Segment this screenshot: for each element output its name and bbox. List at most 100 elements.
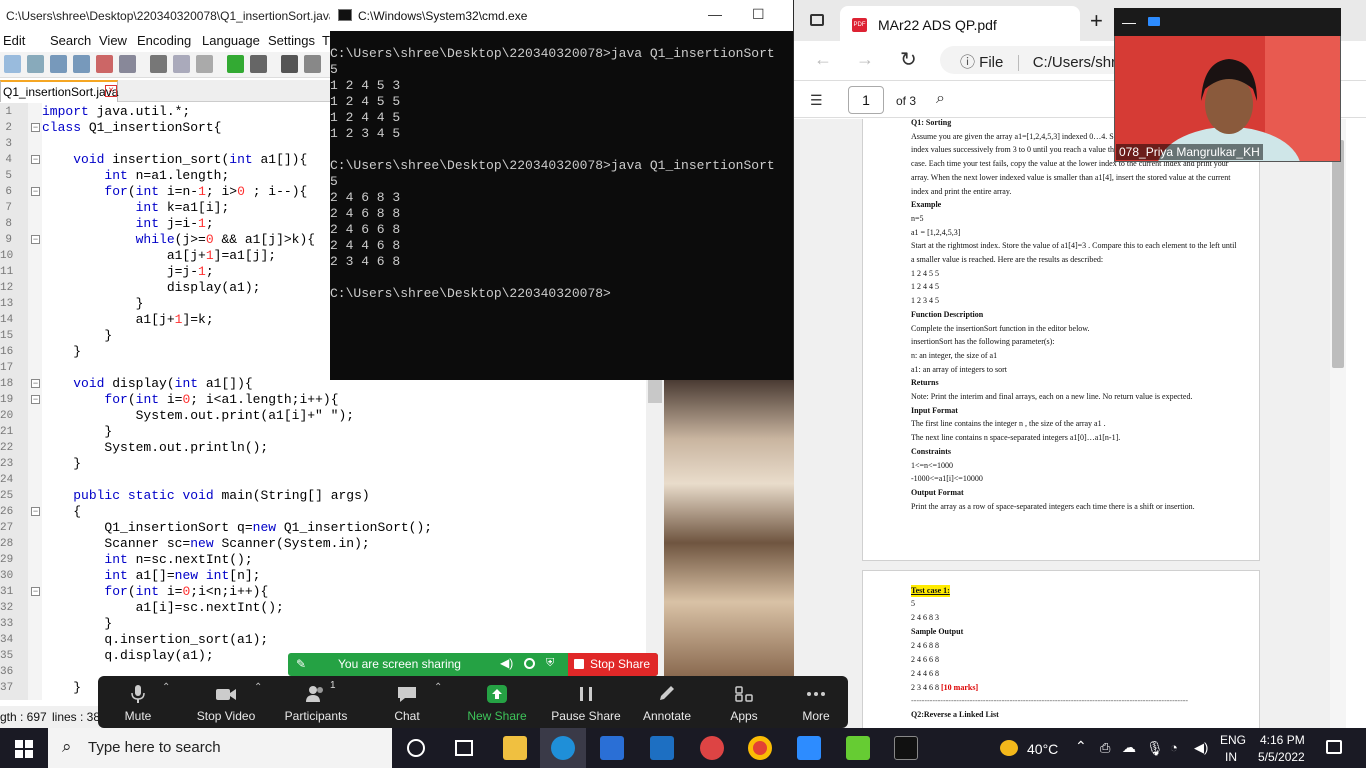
refresh-icon[interactable]: ↻ bbox=[900, 47, 917, 72]
tab-q1-insertionsort[interactable]: Q1_insertionSort.java × bbox=[0, 80, 118, 102]
video-layout-icon[interactable] bbox=[1148, 17, 1160, 26]
close-file-icon[interactable] bbox=[96, 55, 113, 73]
pdf-viewer[interactable]: Q1: Sorting Assume you are given the arra… bbox=[794, 119, 1330, 728]
line-number: 2 bbox=[5, 122, 12, 134]
drag-handle-icon[interactable]: ✎ bbox=[296, 657, 306, 671]
copy-icon[interactable] bbox=[173, 55, 190, 73]
maximize-icon[interactable]: ☐ bbox=[752, 6, 765, 23]
video-options-icon[interactable]: ⌃ bbox=[254, 682, 262, 693]
open-file-icon[interactable] bbox=[27, 55, 44, 73]
save-icon[interactable] bbox=[50, 55, 67, 73]
fold-toggle-icon[interactable]: − bbox=[31, 587, 40, 596]
pause-share-button[interactable]: Pause Share bbox=[548, 676, 624, 728]
close-tab-icon[interactable]: × bbox=[105, 85, 117, 97]
menu-tools[interactable]: T bbox=[322, 33, 330, 48]
participants-button[interactable]: 1 Participants bbox=[278, 676, 354, 728]
menu-view[interactable]: View bbox=[99, 33, 127, 48]
annotate-button[interactable]: Annotate bbox=[634, 676, 700, 728]
weather-icon[interactable] bbox=[1000, 740, 1018, 756]
cloud-icon[interactable]: ☁ bbox=[1122, 739, 1136, 756]
participant-name: 078_Priya Mangrulkar_KH bbox=[1116, 144, 1263, 160]
new-tab-icon[interactable]: + bbox=[1090, 8, 1103, 34]
file-explorer-icon[interactable] bbox=[503, 736, 527, 760]
pdf-text-line: array. When the next lower indexed value… bbox=[911, 172, 1231, 182]
fold-toggle-icon[interactable]: − bbox=[31, 507, 40, 516]
pdf-heading: Returns bbox=[911, 378, 939, 388]
network-device-icon[interactable]: ⎙ bbox=[1100, 740, 1110, 756]
cortana-icon[interactable] bbox=[407, 739, 425, 757]
notepad-plus-plus-icon[interactable] bbox=[846, 736, 870, 760]
stop-share-button[interactable]: Stop Share bbox=[568, 653, 658, 676]
cmd-taskbar-icon[interactable] bbox=[894, 736, 918, 760]
more-button[interactable]: More bbox=[788, 676, 844, 728]
menu-settings[interactable]: Settings bbox=[268, 33, 315, 48]
minimize-icon[interactable]: — bbox=[708, 6, 722, 22]
search-icon[interactable]: ⌕ bbox=[936, 90, 945, 108]
cmd-line: 2 3 4 6 8 bbox=[330, 254, 401, 269]
pdf-text-line: Print the array as a row of space-separa… bbox=[911, 501, 1195, 511]
page-number-input[interactable]: 1 bbox=[848, 86, 884, 114]
snip-icon[interactable] bbox=[700, 736, 724, 760]
code-line: int n=a1.length; bbox=[104, 168, 230, 183]
replace-icon[interactable] bbox=[304, 55, 321, 73]
edge-icon[interactable] bbox=[551, 736, 575, 760]
undo-icon[interactable] bbox=[227, 55, 244, 73]
menu-encoding[interactable]: Encoding bbox=[137, 33, 191, 48]
zoom-icon[interactable] bbox=[797, 736, 821, 760]
mail-icon[interactable] bbox=[650, 736, 674, 760]
fold-toggle-icon[interactable]: − bbox=[31, 187, 40, 196]
line-number: 26 bbox=[0, 506, 14, 518]
pdf-scroll-thumb[interactable] bbox=[1332, 140, 1344, 368]
language-line1[interactable]: ENG bbox=[1220, 733, 1246, 747]
contents-icon[interactable]: ☰ bbox=[810, 92, 823, 109]
tab-pdf[interactable]: MAr22 ADS QP.pdf bbox=[840, 6, 1080, 41]
chat-button[interactable]: Chat bbox=[374, 676, 440, 728]
stop-video-button[interactable]: Stop Video bbox=[190, 676, 262, 728]
menu-search[interactable]: Search bbox=[50, 33, 91, 48]
sample-output-heading: Sample Output bbox=[911, 627, 964, 636]
clock-date[interactable]: 5/5/2022 bbox=[1258, 750, 1305, 764]
redo-icon[interactable] bbox=[250, 55, 267, 73]
line-number: 20 bbox=[0, 410, 14, 422]
forward-icon[interactable]: → bbox=[856, 49, 874, 70]
show-hidden-icons-icon[interactable]: ⌃ bbox=[1075, 738, 1087, 755]
new-file-icon[interactable] bbox=[4, 55, 21, 73]
tab-actions-icon[interactable] bbox=[810, 14, 824, 26]
windows-start-icon[interactable] bbox=[15, 740, 33, 758]
info-icon[interactable]: ⓘ bbox=[960, 54, 979, 71]
cut-icon[interactable] bbox=[150, 55, 167, 73]
save-all-icon[interactable] bbox=[73, 55, 90, 73]
new-share-button[interactable]: New Share bbox=[460, 676, 534, 728]
fold-toggle-icon[interactable]: − bbox=[31, 379, 40, 388]
wifi-icon[interactable]: ◔ bbox=[1170, 740, 1178, 755]
pdf-text-line: insertionSort has the following paramete… bbox=[911, 337, 1055, 347]
menu-edit[interactable]: Edit bbox=[3, 33, 25, 48]
paste-icon[interactable] bbox=[196, 55, 213, 73]
microphone-tray-icon[interactable]: 🎙 bbox=[1146, 740, 1164, 757]
store-icon[interactable] bbox=[600, 736, 624, 760]
chat-options-icon[interactable]: ⌃ bbox=[434, 682, 442, 693]
fold-toggle-icon[interactable]: − bbox=[31, 395, 40, 404]
weather-temp[interactable]: 40°C bbox=[1027, 741, 1058, 757]
status-lines: lines : 38 bbox=[52, 710, 101, 724]
notifications-icon[interactable] bbox=[1326, 740, 1342, 754]
find-icon[interactable] bbox=[281, 55, 298, 73]
clock-time[interactable]: 4:16 PM bbox=[1260, 733, 1305, 747]
line-number: 25 bbox=[0, 490, 14, 502]
print-icon[interactable] bbox=[119, 55, 136, 73]
fold-toggle-icon[interactable]: − bbox=[31, 155, 40, 164]
chrome-icon[interactable] bbox=[748, 736, 772, 760]
language-line2[interactable]: IN bbox=[1225, 750, 1237, 764]
volume-icon[interactable]: ◀) bbox=[1194, 740, 1208, 756]
task-view-icon[interactable] bbox=[455, 740, 473, 756]
taskbar-search-input[interactable]: ⌕ Type here to search bbox=[48, 728, 392, 768]
apps-button[interactable]: Apps bbox=[716, 676, 772, 728]
mute-options-icon[interactable]: ⌃ bbox=[162, 682, 170, 693]
fold-toggle-icon[interactable]: − bbox=[31, 123, 40, 132]
minimize-video-icon[interactable]: — bbox=[1122, 14, 1136, 30]
back-icon[interactable]: ← bbox=[814, 49, 832, 70]
menu-language[interactable]: Language bbox=[202, 33, 260, 48]
fold-toggle-icon[interactable]: − bbox=[31, 235, 40, 244]
cmd-output[interactable]: C:\Users\shree\Desktop\220340320078>java… bbox=[330, 46, 793, 376]
code-line: { bbox=[42, 504, 82, 519]
